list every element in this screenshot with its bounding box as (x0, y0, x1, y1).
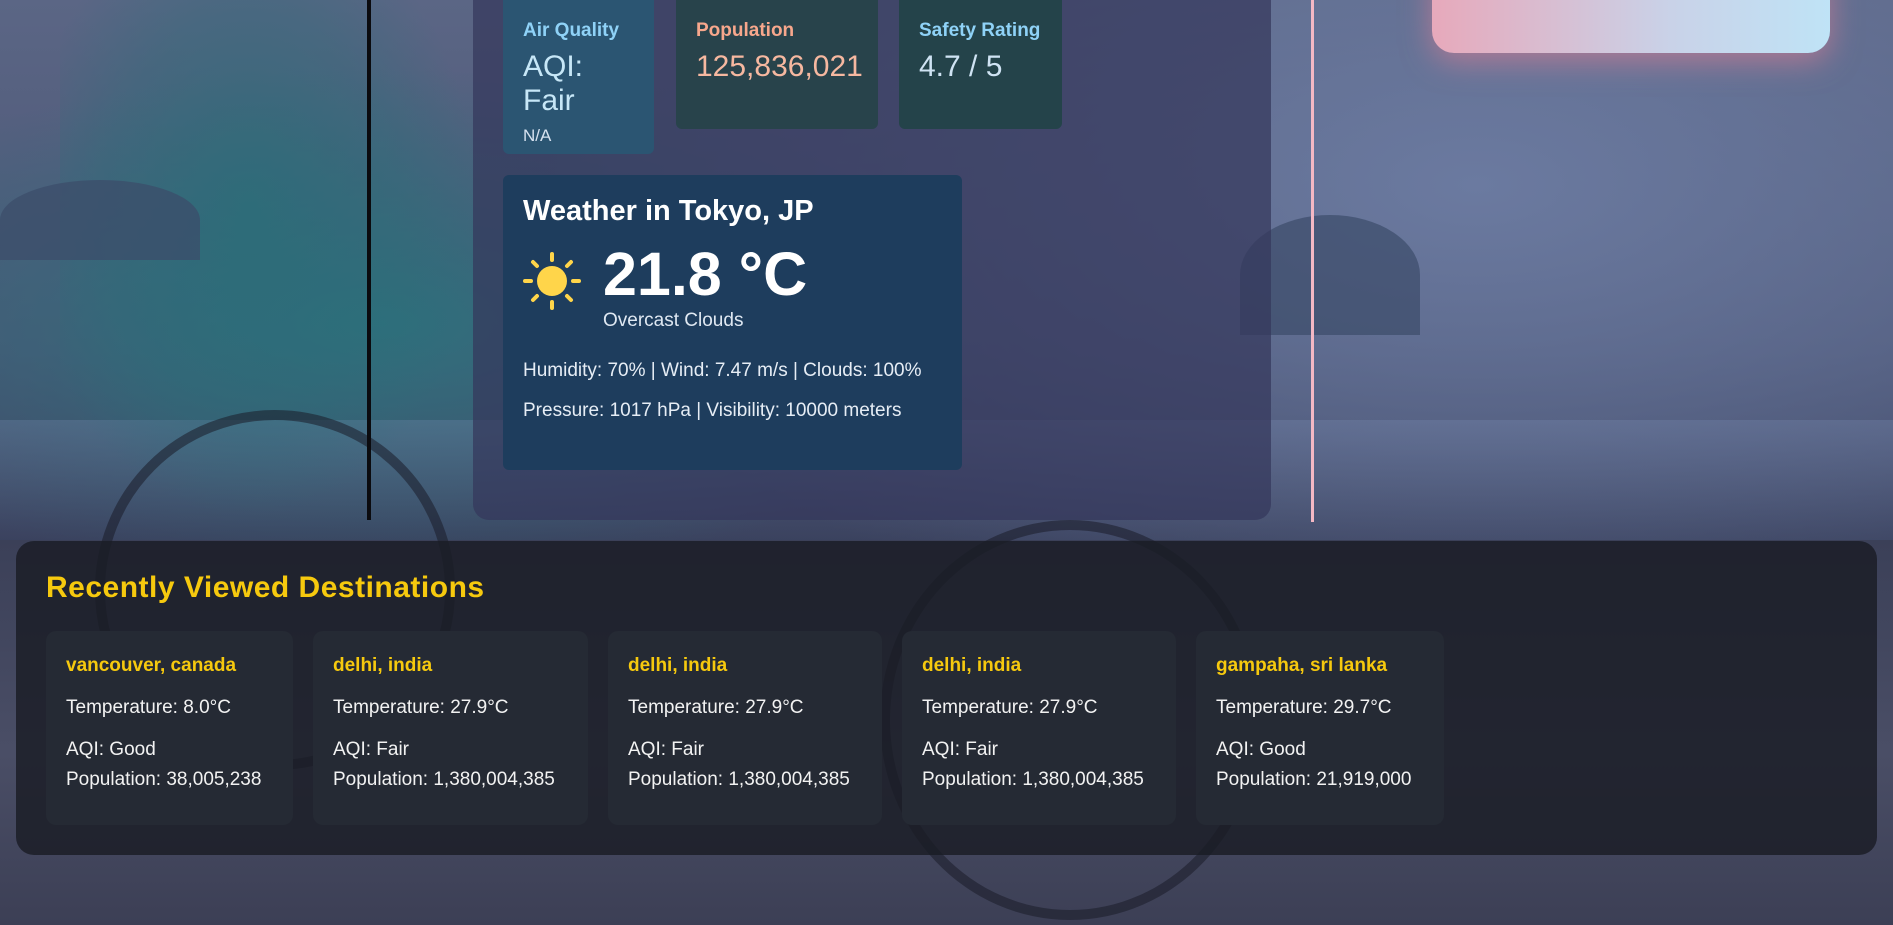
destination-temperature: Temperature: 27.9°C (628, 697, 804, 718)
weather-description: Overcast Clouds (603, 310, 744, 331)
right-divider (1311, 0, 1314, 522)
weather-temperature: 21.8 °C (603, 240, 808, 308)
weather-details-1: Humidity: 70% | Wind: 7.47 m/s | Clouds:… (523, 360, 922, 381)
air-quality-value: AQI: Fair (523, 50, 584, 117)
destination-aqi: AQI: Fair (333, 739, 410, 760)
destination-card[interactable]: gampaha, sri lanka Temperature: 29.7°C A… (1196, 631, 1444, 825)
background-island-left (0, 180, 200, 260)
destination-population: Population: 38,005,238 (66, 769, 262, 790)
destination-name: vancouver, canada (66, 655, 237, 676)
destination-population: Population: 1,380,004,385 (628, 769, 850, 790)
destination-aqi: AQI: Fair (628, 739, 705, 760)
weather-details-2: Pressure: 1017 hPa | Visibility: 10000 m… (523, 400, 902, 421)
destination-aqi: AQI: Good (1216, 739, 1306, 760)
gradient-card (1432, 0, 1830, 53)
destination-name: delhi, india (922, 655, 1022, 676)
destination-aqi: AQI: Good (66, 739, 156, 760)
destination-card[interactable]: vancouver, canada Temperature: 8.0°C AQI… (46, 631, 293, 825)
recently-viewed-title: Recently Viewed Destinations (46, 571, 485, 604)
destination-name: delhi, india (628, 655, 728, 676)
destination-temperature: Temperature: 29.7°C (1216, 697, 1392, 718)
weather-title: Weather in Tokyo, JP (523, 195, 814, 227)
destination-aqi: AQI: Fair (922, 739, 999, 760)
recently-viewed-panel: Recently Viewed Destinations vancouver, … (16, 541, 1877, 855)
destination-population: Population: 21,919,000 (1216, 769, 1412, 790)
destination-name: delhi, india (333, 655, 433, 676)
population-value: 125,836,021 (696, 50, 863, 83)
sun-icon (523, 252, 581, 310)
weather-card: Weather in Tokyo, JP 21.8 °C Overcast Cl… (503, 175, 962, 470)
destination-temperature: Temperature: 27.9°C (922, 697, 1098, 718)
destination-population: Population: 1,380,004,385 (333, 769, 555, 790)
safety-label: Safety Rating (919, 20, 1041, 41)
safety-card: ◐ Safety Rating 4.7 / 5 (899, 0, 1062, 129)
population-card: ■■ Population 125,836,021 (676, 0, 878, 129)
destination-card[interactable]: delhi, india Temperature: 27.9°C AQI: Fa… (313, 631, 588, 825)
air-quality-card: ✿ Air Quality AQI: Fair N/A (503, 0, 654, 154)
safety-value: 4.7 / 5 (919, 50, 1003, 83)
destination-population: Population: 1,380,004,385 (922, 769, 1144, 790)
destination-temperature: Temperature: 8.0°C (66, 697, 231, 718)
destination-name: gampaha, sri lanka (1216, 655, 1388, 676)
destination-card[interactable]: delhi, india Temperature: 27.9°C AQI: Fa… (902, 631, 1176, 825)
left-divider (367, 0, 371, 520)
destination-card[interactable]: delhi, india Temperature: 27.9°C AQI: Fa… (608, 631, 882, 825)
destination-temperature: Temperature: 27.9°C (333, 697, 509, 718)
population-label: Population (696, 20, 795, 41)
air-quality-label: Air Quality (523, 20, 620, 41)
air-quality-sub: N/A (523, 126, 552, 145)
